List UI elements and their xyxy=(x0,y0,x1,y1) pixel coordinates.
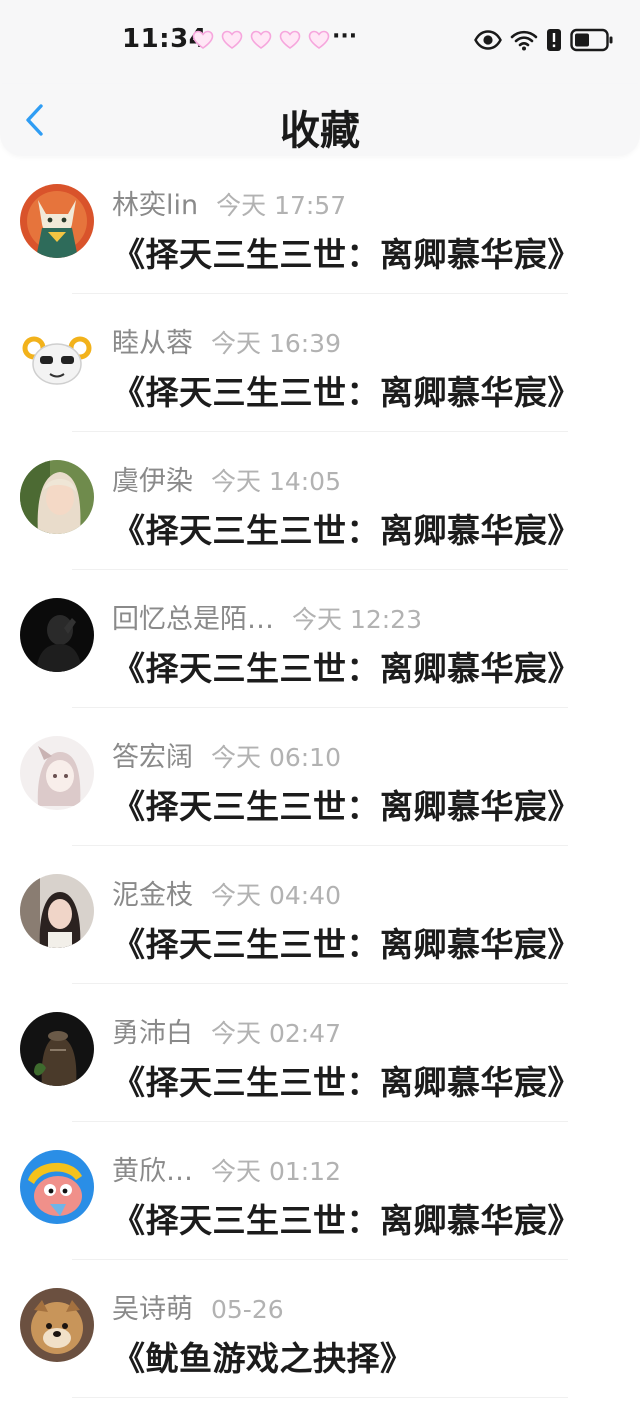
item-meta: 睦从蓉 今天 16:39 xyxy=(112,321,341,360)
favorites-screen: 11:34 ··· 收藏 林奕lin 今天 17:57 《择天三生三世：离卿慕华… xyxy=(0,0,640,1408)
status-icons xyxy=(474,28,614,52)
item-meta: 答宏阔 今天 06:10 xyxy=(112,735,341,774)
user-name: 虞伊染 xyxy=(112,466,193,497)
user-name: 吴诗萌 xyxy=(112,1294,193,1325)
divider xyxy=(72,1397,568,1398)
item-meta: 泥金枝 今天 04:40 xyxy=(112,873,341,912)
avatar[interactable] xyxy=(20,1150,94,1224)
heart-icon xyxy=(279,30,301,49)
alert-icon xyxy=(547,29,561,51)
item-meta: 林奕lin 今天 17:57 xyxy=(112,183,346,222)
timestamp: 今天 01:12 xyxy=(211,1157,341,1186)
message-title: 《择天三生三世：离卿慕华宸》 xyxy=(112,925,581,964)
message-title: 《择天三生三世：离卿慕华宸》 xyxy=(112,1063,581,1102)
list-item[interactable]: 睦从蓉 今天 16:39 《择天三生三世：离卿慕华宸》 xyxy=(0,294,640,432)
timestamp: 今天 06:10 xyxy=(211,743,341,772)
timestamp: 今天 16:39 xyxy=(211,329,341,358)
user-name: 泥金枝 xyxy=(112,880,193,911)
heart-icon xyxy=(308,30,330,49)
heart-icon xyxy=(192,30,214,49)
list-item[interactable]: 黄欣… 今天 01:12 《择天三生三世：离卿慕华宸》 xyxy=(0,1122,640,1260)
status-bar: 11:34 ··· xyxy=(0,0,640,84)
list-item[interactable]: 勇沛白 今天 02:47 《择天三生三世：离卿慕华宸》 xyxy=(0,984,640,1122)
list-item[interactable]: 吴诗萌 05-26 《鱿鱼游戏之抉择》 xyxy=(0,1260,640,1398)
avatar[interactable] xyxy=(20,322,94,396)
message-title: 《择天三生三世：离卿慕华宸》 xyxy=(112,649,581,688)
favorites-list: 林奕lin 今天 17:57 《择天三生三世：离卿慕华宸》 睦从蓉 今天 16:… xyxy=(0,156,640,1398)
item-meta: 黄欣… 今天 01:12 xyxy=(112,1149,341,1188)
message-title: 《择天三生三世：离卿慕华宸》 xyxy=(112,787,581,826)
user-name: 黄欣… xyxy=(112,1156,193,1187)
avatar[interactable] xyxy=(20,736,94,810)
timestamp: 今天 17:57 xyxy=(216,191,347,220)
message-title: 《择天三生三世：离卿慕华宸》 xyxy=(112,511,581,550)
avatar[interactable] xyxy=(20,1012,94,1086)
timestamp: 今天 12:23 xyxy=(292,605,422,634)
avatar[interactable] xyxy=(20,598,94,672)
eye-icon xyxy=(474,30,502,50)
item-meta: 吴诗萌 05-26 xyxy=(112,1287,284,1326)
user-name: 林奕lin xyxy=(112,190,199,221)
item-meta: 虞伊染 今天 14:05 xyxy=(112,459,341,498)
user-name: 答宏阔 xyxy=(112,742,193,773)
avatar[interactable] xyxy=(20,874,94,948)
item-meta: 回忆总是陌… 今天 12:23 xyxy=(112,597,422,636)
wifi-icon xyxy=(510,30,538,51)
page-title: 收藏 xyxy=(280,108,360,154)
list-item[interactable]: 答宏阔 今天 06:10 《择天三生三世：离卿慕华宸》 xyxy=(0,708,640,846)
message-title: 《择天三生三世：离卿慕华宸》 xyxy=(112,235,581,274)
heart-icon xyxy=(221,30,243,49)
avatar[interactable] xyxy=(20,460,94,534)
nav-header: 收藏 xyxy=(0,84,640,156)
user-name: 勇沛白 xyxy=(112,1018,193,1049)
item-meta: 勇沛白 今天 02:47 xyxy=(112,1011,341,1050)
message-title: 《择天三生三世：离卿慕华宸》 xyxy=(112,373,581,412)
message-title: 《择天三生三世：离卿慕华宸》 xyxy=(112,1201,581,1240)
user-name: 睦从蓉 xyxy=(112,328,193,359)
more-notifications-indicator: ··· xyxy=(332,24,358,49)
timestamp: 今天 04:40 xyxy=(211,881,341,910)
list-item[interactable]: 虞伊染 今天 14:05 《择天三生三世：离卿慕华宸》 xyxy=(0,432,640,570)
timestamp: 今天 14:05 xyxy=(211,467,341,496)
timestamp: 05-26 xyxy=(211,1295,284,1324)
battery-icon xyxy=(570,28,613,52)
avatar[interactable] xyxy=(20,184,94,258)
list-item[interactable]: 回忆总是陌… 今天 12:23 《择天三生三世：离卿慕华宸》 xyxy=(0,570,640,708)
list-item[interactable]: 林奕lin 今天 17:57 《择天三生三世：离卿慕华宸》 xyxy=(0,156,640,294)
notification-hearts xyxy=(192,30,330,50)
message-title: 《鱿鱼游戏之抉择》 xyxy=(112,1339,414,1378)
heart-icon xyxy=(250,30,272,49)
list-item[interactable]: 泥金枝 今天 04:40 《择天三生三世：离卿慕华宸》 xyxy=(0,846,640,984)
user-name: 回忆总是陌… xyxy=(112,604,274,635)
avatar[interactable] xyxy=(20,1288,94,1362)
timestamp: 今天 02:47 xyxy=(211,1019,341,1048)
